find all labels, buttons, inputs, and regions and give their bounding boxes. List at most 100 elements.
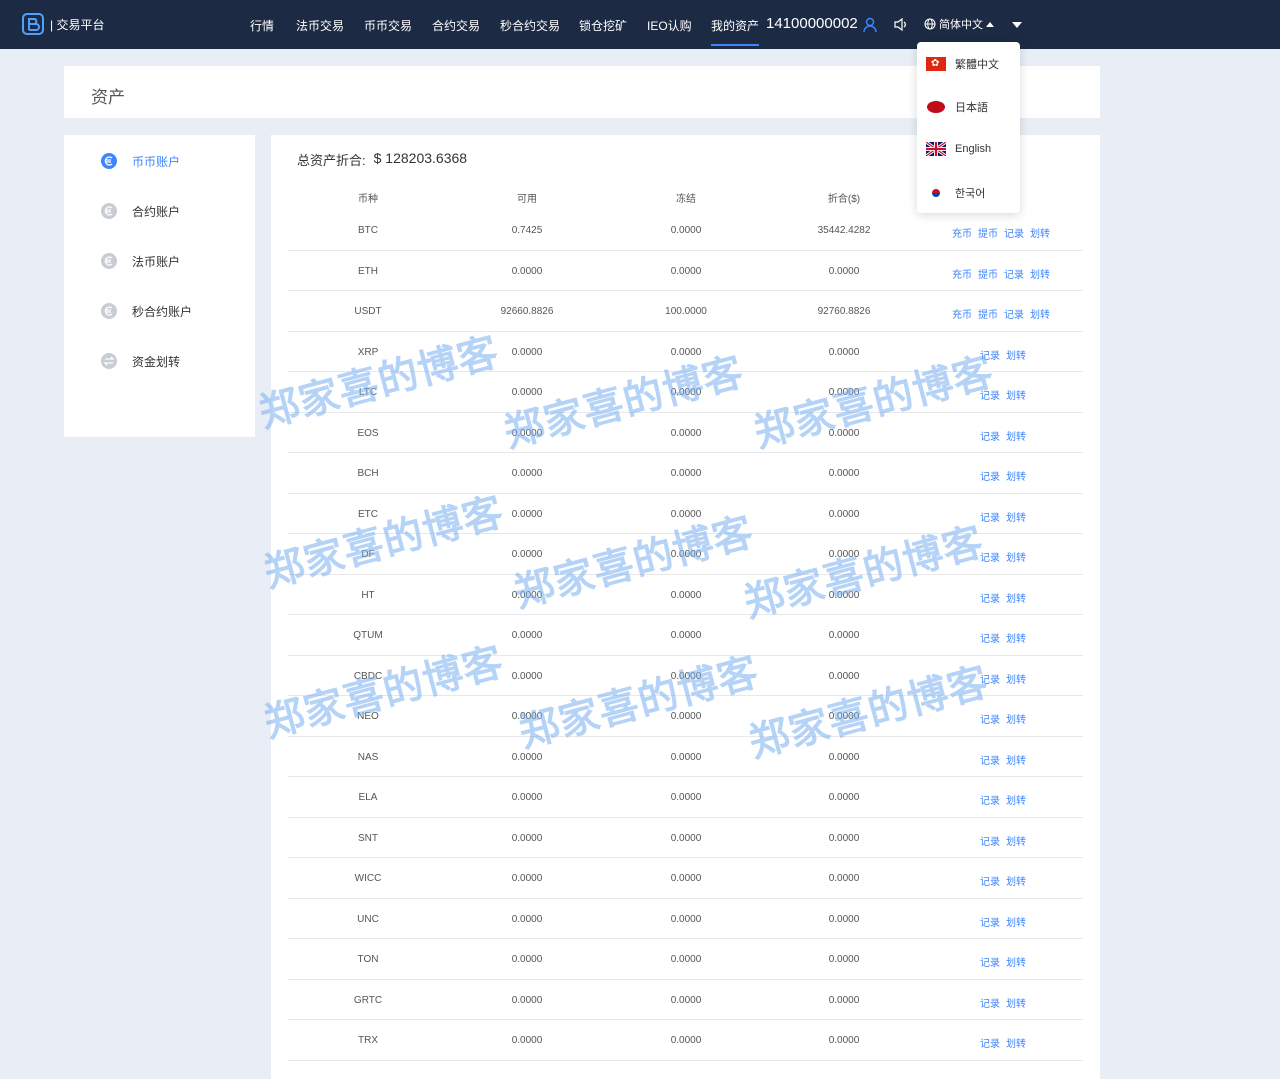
table-row: UNC 0.0000 0.0000 0.0000 记录 划转: [288, 899, 1083, 939]
transfer-link[interactable]: 划转: [1006, 553, 1026, 564]
recharge-link[interactable]: 充币: [952, 229, 972, 240]
nav-coin-trade[interactable]: 币币交易: [364, 17, 412, 34]
row-actions: 记录 划转: [980, 428, 1032, 443]
chevron-down-icon[interactable]: [1012, 22, 1022, 28]
transfer-link[interactable]: 划转: [1006, 715, 1026, 726]
speaker-icon[interactable]: [893, 17, 908, 32]
transfer-link[interactable]: 划转: [1006, 796, 1026, 807]
language-switcher[interactable]: 简体中文: [924, 16, 994, 32]
total-assets-label: 总资产折合:: [297, 153, 366, 168]
row-actions: 记录 划转: [980, 873, 1032, 888]
transfer-link[interactable]: 划转: [1006, 918, 1026, 929]
coin-cell: UNC: [357, 913, 379, 925]
logo[interactable]: | 交易平台: [22, 12, 104, 36]
transfer-link[interactable]: 划转: [1006, 999, 1026, 1010]
row-actions: 记录 划转: [980, 833, 1032, 848]
available-cell: 0.0000: [511, 1035, 543, 1046]
withdraw-link[interactable]: 提币: [978, 229, 998, 240]
kr-flag-icon: [926, 186, 946, 200]
available-cell: 92660.8826: [500, 306, 554, 317]
coin-cell: SNT: [358, 832, 378, 844]
record-link[interactable]: 记录: [980, 756, 1000, 767]
lang-option-en[interactable]: English: [926, 142, 991, 156]
column-header-usd: 折合($): [827, 194, 861, 205]
usd-value-cell: 0.0000: [828, 832, 860, 844]
jp-flag-icon: [926, 100, 946, 114]
frozen-cell: 0.0000: [670, 468, 702, 479]
lang-label: 日本語: [955, 102, 988, 114]
record-link[interactable]: 记录: [980, 1039, 1000, 1050]
record-link[interactable]: 记录: [980, 432, 1000, 443]
record-link[interactable]: 记录: [980, 634, 1000, 645]
nav-market[interactable]: 行情: [250, 17, 274, 34]
row-actions: 充币 提币 记录 划转: [952, 266, 1056, 281]
usd-value-cell: 0.0000: [828, 346, 860, 358]
lang-label: English: [955, 143, 992, 155]
transfer-link[interactable]: 划转: [1030, 229, 1050, 240]
coin-cell: NAS: [357, 751, 379, 763]
record-link[interactable]: 记录: [980, 958, 1000, 969]
withdraw-link[interactable]: 提币: [978, 270, 998, 281]
record-link[interactable]: 记录: [980, 796, 1000, 807]
nav-my-assets[interactable]: 我的资产: [711, 17, 760, 46]
withdraw-link[interactable]: 提币: [978, 310, 998, 321]
record-link[interactable]: 记录: [980, 513, 1000, 524]
sidebar-item-contract-account[interactable]: 合约账户: [100, 202, 180, 220]
nav-lock-mining[interactable]: 锁仓挖矿: [579, 17, 627, 34]
table-row: USDT 92660.8826 100.0000 92760.8826 充币 提币 记录 划转: [288, 291, 1083, 332]
record-link[interactable]: 记录: [980, 594, 1000, 605]
row-actions: 记录 划转: [980, 630, 1032, 645]
transfer-link[interactable]: 划转: [1006, 1039, 1026, 1050]
transfer-link[interactable]: 划转: [1006, 756, 1026, 767]
user-phone[interactable]: 14100000002: [766, 15, 858, 32]
record-link[interactable]: 记录: [1004, 310, 1024, 321]
transfer-link[interactable]: 划转: [1006, 432, 1026, 443]
table-row: ELA 0.0000 0.0000 0.0000 记录 划转: [288, 777, 1083, 818]
transfer-link[interactable]: 划转: [1006, 472, 1026, 483]
transfer-link[interactable]: 划转: [1006, 513, 1026, 524]
usd-value-cell: 0.0000: [828, 954, 860, 965]
hk-flag-icon: [926, 57, 946, 71]
frozen-cell: 0.0000: [670, 630, 702, 641]
table-row: ETH 0.0000 0.0000 0.0000 充币 提币 记录 划转: [288, 251, 1083, 291]
transfer-link[interactable]: 划转: [1006, 634, 1026, 645]
record-link[interactable]: 记录: [980, 715, 1000, 726]
nav-ieo[interactable]: IEO认购: [647, 17, 692, 34]
sidebar-item-label: 合约账户: [132, 204, 181, 219]
transfer-link[interactable]: 划转: [1006, 391, 1026, 402]
current-language: 简体中文: [939, 19, 983, 31]
column-header-frozen: 冻结: [676, 194, 696, 205]
transfer-link[interactable]: 划转: [1006, 594, 1026, 605]
user-icon[interactable]: [863, 17, 877, 33]
lang-option-ja[interactable]: 日本語: [926, 99, 988, 115]
sidebar-item-fund-transfer[interactable]: 资金划转: [100, 352, 180, 370]
record-link[interactable]: 记录: [1004, 270, 1024, 281]
transfer-link[interactable]: 划转: [1006, 877, 1026, 888]
transfer-link[interactable]: 划转: [1006, 958, 1026, 969]
sidebar-item-coin-account[interactable]: 币币账户: [100, 152, 180, 170]
record-link[interactable]: 记录: [1004, 229, 1024, 240]
record-link[interactable]: 记录: [980, 999, 1000, 1010]
record-link[interactable]: 记录: [980, 472, 1000, 483]
sidebar-item-fiat-account[interactable]: 法币账户: [100, 252, 180, 270]
nav-second-contract[interactable]: 秒合约交易: [500, 17, 560, 34]
lang-option-ko[interactable]: 한국어: [926, 185, 985, 201]
nav-contract-trade[interactable]: 合约交易: [432, 17, 480, 34]
recharge-link[interactable]: 充币: [952, 270, 972, 281]
top-header: | 交易平台 行情 法币交易 币币交易 合约交易 秒合约交易 锁仓挖矿 IEO认…: [0, 0, 1280, 49]
transfer-link[interactable]: 划转: [1030, 310, 1050, 321]
transfer-link[interactable]: 划转: [1006, 837, 1026, 848]
row-actions: 记录 划转: [980, 914, 1032, 929]
recharge-link[interactable]: 充币: [952, 310, 972, 321]
available-cell: 0.0000: [511, 832, 543, 844]
transfer-link[interactable]: 划转: [1006, 351, 1026, 362]
nav-fiat-trade[interactable]: 法币交易: [296, 17, 344, 34]
lang-option-zh-tw[interactable]: 繁體中文: [926, 56, 999, 72]
transfer-link[interactable]: 划转: [1006, 675, 1026, 686]
record-link[interactable]: 记录: [980, 877, 1000, 888]
transfer-link[interactable]: 划转: [1030, 270, 1050, 281]
sidebar-item-second-contract-account[interactable]: 秒合约账户: [100, 302, 192, 320]
record-link[interactable]: 记录: [980, 837, 1000, 848]
total-assets-value: $ 128203.6368: [373, 150, 468, 166]
record-link[interactable]: 记录: [980, 918, 1000, 929]
